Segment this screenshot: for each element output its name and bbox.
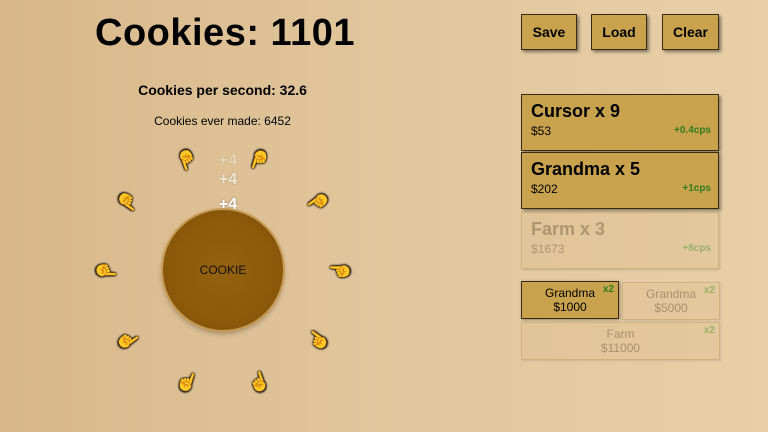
clear-button[interactable]: Clear bbox=[662, 14, 719, 50]
upgrade-farm-button[interactable]: Farm $11000 x2 bbox=[521, 322, 720, 360]
upgrade-grandma-button[interactable]: Grandma $1000 x2 bbox=[521, 281, 619, 319]
cookies-ever-made: Cookies ever made: 6452 bbox=[154, 114, 291, 128]
pointing-hand-icon: ☝ bbox=[302, 324, 332, 355]
upgrade-price: $5000 bbox=[654, 301, 688, 315]
building-rate: +1cps bbox=[682, 183, 711, 194]
building-name: Farm x 3 bbox=[531, 219, 606, 239]
upgrade-multiplier: x2 bbox=[602, 284, 614, 295]
pointing-hand-icon: ☝ bbox=[173, 147, 201, 174]
save-button[interactable]: Save bbox=[521, 14, 577, 50]
building-price: $202 bbox=[531, 182, 558, 196]
load-button[interactable]: Load bbox=[591, 14, 647, 50]
upgrade-multiplier: x2 bbox=[703, 285, 715, 296]
building-name: Cursor x 9 bbox=[531, 101, 621, 121]
building-price: $53 bbox=[531, 124, 552, 138]
cookie-count: Cookies: 1101 bbox=[95, 12, 355, 54]
building-rate: +0.4cps bbox=[674, 125, 711, 136]
pointing-hand-icon: ☝ bbox=[245, 368, 273, 395]
cookies-per-second: Cookies per second: 32.6 bbox=[138, 82, 307, 98]
pointing-hand-icon: ☝ bbox=[302, 187, 332, 218]
pointing-hand-icon: ☝ bbox=[329, 259, 350, 283]
pointing-hand-icon: ☝ bbox=[96, 259, 117, 283]
upgrade-name: Farm bbox=[606, 327, 635, 341]
floating-gain-text: +4 bbox=[218, 171, 238, 188]
cookie-label: COOKIE bbox=[199, 263, 247, 277]
building-name: Grandma x 5 bbox=[531, 159, 641, 179]
upgrade-grandma-2-button[interactable]: Grandma $5000 x2 bbox=[622, 282, 720, 320]
upgrade-multiplier: x2 bbox=[703, 325, 715, 336]
pointing-hand-icon: ☝ bbox=[114, 187, 144, 218]
upgrade-price: $11000 bbox=[600, 341, 641, 355]
big-cookie-button[interactable]: COOKIE bbox=[163, 210, 283, 330]
upgrade-price: $1000 bbox=[553, 300, 587, 314]
pointing-hand-icon: ☝ bbox=[114, 324, 144, 355]
building-price: $1673 bbox=[531, 242, 565, 256]
building-grandma-button[interactable]: Grandma x 5 $202 +1cps bbox=[521, 152, 719, 209]
pointing-hand-icon: ☝ bbox=[173, 368, 201, 395]
building-cursor-button[interactable]: Cursor x 9 $53 +0.4cps bbox=[521, 94, 719, 151]
building-farm-button[interactable]: Farm x 3 $1673 +8cps bbox=[521, 212, 719, 269]
building-rate: +8cps bbox=[682, 243, 711, 254]
